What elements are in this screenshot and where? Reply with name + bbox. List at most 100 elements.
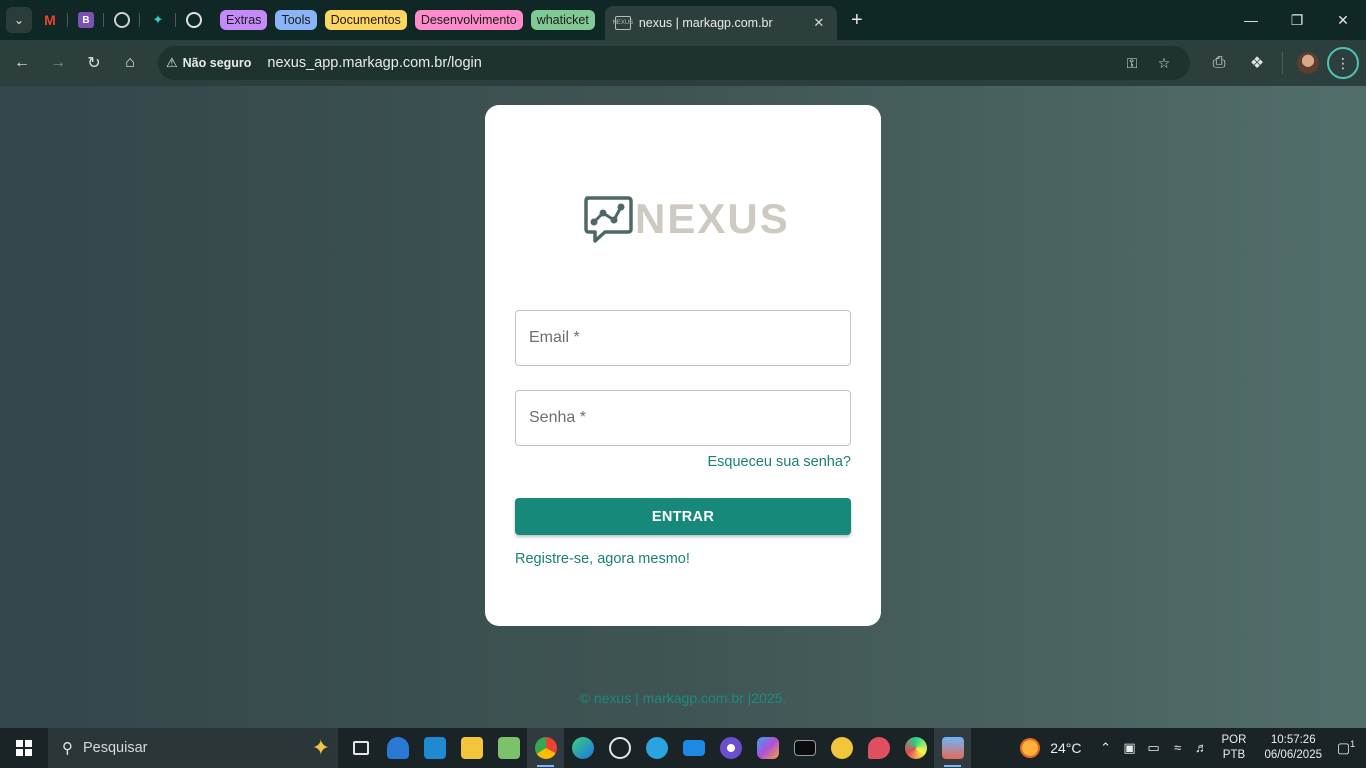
browser-menu-kebab-icon[interactable]: ⋮ bbox=[1327, 47, 1359, 79]
password-input[interactable] bbox=[529, 391, 850, 445]
tab-group-extras[interactable]: Extras bbox=[220, 10, 268, 30]
clock-time: 10:57:26 bbox=[1270, 734, 1316, 746]
browser-tabstrip: ⌄ M B ✦ Extras Tools Documentos Desenvol… bbox=[0, 0, 1366, 40]
pinned-tab-globe[interactable] bbox=[104, 0, 140, 40]
taskbar-search-box[interactable]: ⚲ Pesquisar ✦ bbox=[48, 728, 338, 768]
taskbar-app-vscode-icon[interactable] bbox=[416, 728, 453, 768]
toolbar-divider bbox=[1282, 52, 1283, 74]
logo-wordmark: NEXUS bbox=[635, 195, 790, 242]
windows-start-button[interactable] bbox=[0, 728, 48, 768]
volume-speaker-icon[interactable]: ♬ bbox=[1190, 740, 1214, 756]
taskbar-app-terminal-icon[interactable] bbox=[786, 728, 823, 768]
task-view-glyph bbox=[352, 741, 369, 755]
gmail-icon: M bbox=[44, 12, 56, 28]
tab-group-documentos[interactable]: Documentos bbox=[324, 10, 407, 30]
terminal-glyph bbox=[793, 740, 816, 756]
taskbar-app-file-explorer-icon[interactable] bbox=[453, 728, 490, 768]
copilot-glyph bbox=[756, 737, 779, 759]
tor-glyph bbox=[719, 737, 742, 759]
taskbar-app-pycharm-icon[interactable] bbox=[897, 728, 934, 768]
close-tab-icon[interactable]: ✕ bbox=[811, 15, 827, 31]
chrome-glyph bbox=[534, 737, 557, 759]
pinned-tab-bootstrap[interactable]: B bbox=[68, 0, 104, 40]
taskbar-app-image-icon[interactable] bbox=[934, 728, 971, 768]
meet-camera-icon[interactable]: ▣ bbox=[1118, 740, 1142, 756]
restore-icon[interactable]: ❐ bbox=[1274, 0, 1320, 40]
forward-arrow-icon[interactable]: → bbox=[40, 45, 76, 81]
password-field[interactable] bbox=[515, 390, 851, 446]
copilot-sparkle-icon: ✦ bbox=[311, 735, 330, 760]
tab-group-desenvolvimento[interactable]: Desenvolvimento bbox=[414, 10, 523, 30]
taskbar-app-paint-icon[interactable] bbox=[860, 728, 897, 768]
new-tab-plus-icon[interactable]: + bbox=[843, 6, 871, 34]
profile-avatar[interactable] bbox=[1289, 45, 1327, 81]
extensions-puzzle-icon[interactable]: ❖ bbox=[1238, 45, 1276, 81]
address-bar[interactable]: ⚠ Não seguro nexus_app.markagp.com.br/lo… bbox=[158, 46, 1190, 80]
paint-glyph bbox=[867, 737, 890, 759]
back-arrow-icon[interactable]: ← bbox=[4, 45, 40, 81]
bootstrap-icon: B bbox=[78, 12, 94, 28]
register-link[interactable]: Registre-se, agora mesmo! bbox=[515, 551, 690, 567]
taskbar-app-cloud-icon[interactable] bbox=[379, 728, 416, 768]
minimize-icon[interactable]: — bbox=[1228, 0, 1274, 40]
chevron-up-icon[interactable]: ⌃ bbox=[1094, 740, 1118, 756]
tab-search-chevron-icon[interactable]: ⌄ bbox=[6, 7, 32, 33]
avatar bbox=[1297, 52, 1319, 74]
taskbar-app-edge-icon[interactable] bbox=[564, 728, 601, 768]
login-submit-button[interactable]: ENTRAR bbox=[515, 498, 851, 535]
taskbar-app-telegram-icon[interactable] bbox=[638, 728, 675, 768]
taskbar-clock[interactable]: 10:57:26 06/06/2025 bbox=[1264, 733, 1322, 763]
forgot-password-link[interactable]: Esqueceu sua senha? bbox=[708, 454, 852, 470]
email-input[interactable] bbox=[529, 311, 850, 365]
globe-icon bbox=[114, 12, 130, 28]
search-icon: ⚲ bbox=[62, 740, 73, 757]
printer-extension-icon[interactable]: ⎙ bbox=[1200, 45, 1238, 81]
taskbar-app-chrome-icon[interactable] bbox=[527, 728, 564, 768]
browser-toolbar: ← → ↻ ⌂ ⚠ Não seguro nexus_app.markagp.c… bbox=[0, 40, 1366, 86]
clock-date: 06/06/2025 bbox=[1264, 749, 1322, 761]
windows-logo-icon bbox=[16, 740, 32, 756]
weather-widget[interactable]: 24°C bbox=[1020, 738, 1082, 758]
notification-center-icon[interactable]: ▢1 bbox=[1332, 739, 1360, 757]
pinned-tab-gmail[interactable]: M bbox=[32, 0, 68, 40]
tab-group-whaticket[interactable]: whaticket bbox=[530, 10, 595, 30]
windows-taskbar: ⚲ Pesquisar ✦ 24°C ⌃ ▣ ▭ ≈ ♬ POR PTB 10:… bbox=[0, 728, 1366, 768]
task-view-icon[interactable] bbox=[342, 728, 379, 768]
pycharm-glyph bbox=[904, 737, 927, 759]
tab-group-tools[interactable]: Tools bbox=[275, 10, 317, 30]
security-indicator[interactable]: ⚠ Não seguro bbox=[166, 55, 261, 71]
chat-network-logo-icon bbox=[584, 196, 633, 243]
email-field[interactable] bbox=[515, 310, 851, 366]
reload-icon[interactable]: ↻ bbox=[76, 45, 112, 81]
whatsapp-glyph bbox=[608, 737, 631, 759]
password-key-icon[interactable]: ⚿ bbox=[1116, 55, 1148, 72]
active-tab-title: nexus | markagp.com.br bbox=[638, 16, 773, 30]
taskbar-app-yellow-icon[interactable] bbox=[823, 728, 860, 768]
vscode-glyph bbox=[423, 737, 446, 759]
bookmark-star-icon[interactable]: ☆ bbox=[1148, 55, 1180, 72]
taskbar-app-notepad-icon[interactable] bbox=[490, 728, 527, 768]
wifi-icon[interactable]: ≈ bbox=[1166, 740, 1190, 756]
url-text[interactable]: nexus_app.markagp.com.br/login bbox=[267, 55, 481, 71]
taskbar-app-whatsapp-icon[interactable] bbox=[601, 728, 638, 768]
pinned-tab-figure[interactable]: ✦ bbox=[140, 0, 176, 40]
close-window-icon[interactable]: ✕ bbox=[1320, 0, 1366, 40]
keyboard-layout: PTB bbox=[1222, 749, 1246, 761]
mail-glyph bbox=[682, 740, 705, 756]
input-language[interactable]: POR PTB bbox=[1222, 733, 1247, 763]
pinned-tab-openai[interactable] bbox=[176, 0, 212, 40]
figure-icon: ✦ bbox=[152, 12, 164, 27]
language-code: POR bbox=[1221, 734, 1247, 746]
taskbar-app-tor-icon[interactable] bbox=[712, 728, 749, 768]
edge-glyph bbox=[571, 737, 594, 759]
nexus-logo: NEXUS bbox=[583, 195, 790, 243]
battery-icon[interactable]: ▭ bbox=[1142, 740, 1166, 756]
login-card: NEXUS Esqueceu sua senha? ENTRAR Registr… bbox=[485, 105, 881, 626]
active-tab[interactable]: NEXUS nexus | markagp.com.br ✕ bbox=[604, 6, 837, 40]
folder-glyph bbox=[460, 737, 483, 759]
taskbar-app-mail-icon[interactable] bbox=[675, 728, 712, 768]
home-icon[interactable]: ⌂ bbox=[112, 45, 148, 81]
window-controls: — ❐ ✕ bbox=[1228, 0, 1366, 40]
security-label: Não seguro bbox=[182, 56, 252, 70]
taskbar-app-copilot-icon[interactable] bbox=[749, 728, 786, 768]
